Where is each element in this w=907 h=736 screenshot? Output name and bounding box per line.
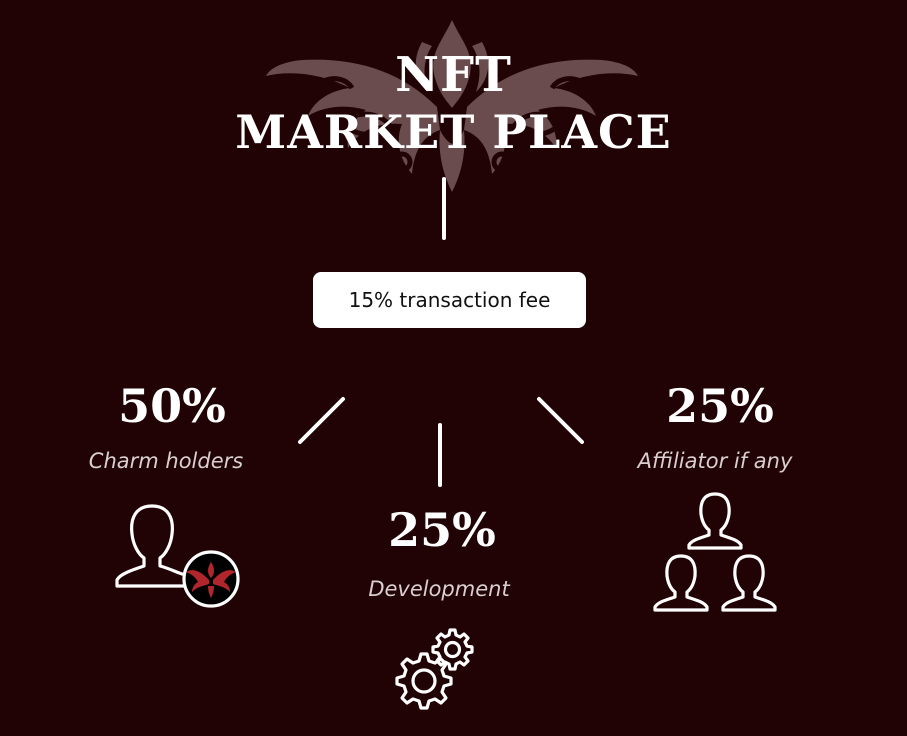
split-percent-development: 25% [388, 503, 496, 557]
split-label-development: Development [368, 577, 510, 601]
connector-left [298, 397, 345, 444]
connector-right [537, 397, 584, 444]
split-percent-affiliator: 25% [666, 379, 774, 433]
split-label-affiliator: Affiliator if any [637, 449, 793, 473]
infographic: NFT MARKET PLACE 15% transaction fee 50%… [0, 0, 907, 736]
split-percent-charm-holders: 50% [118, 379, 226, 433]
user-group-icon [653, 492, 777, 612]
split-label-charm-holders: Charm holders [88, 449, 244, 473]
gears-icon [395, 628, 474, 710]
user-with-mask-badge-icon [115, 504, 240, 608]
